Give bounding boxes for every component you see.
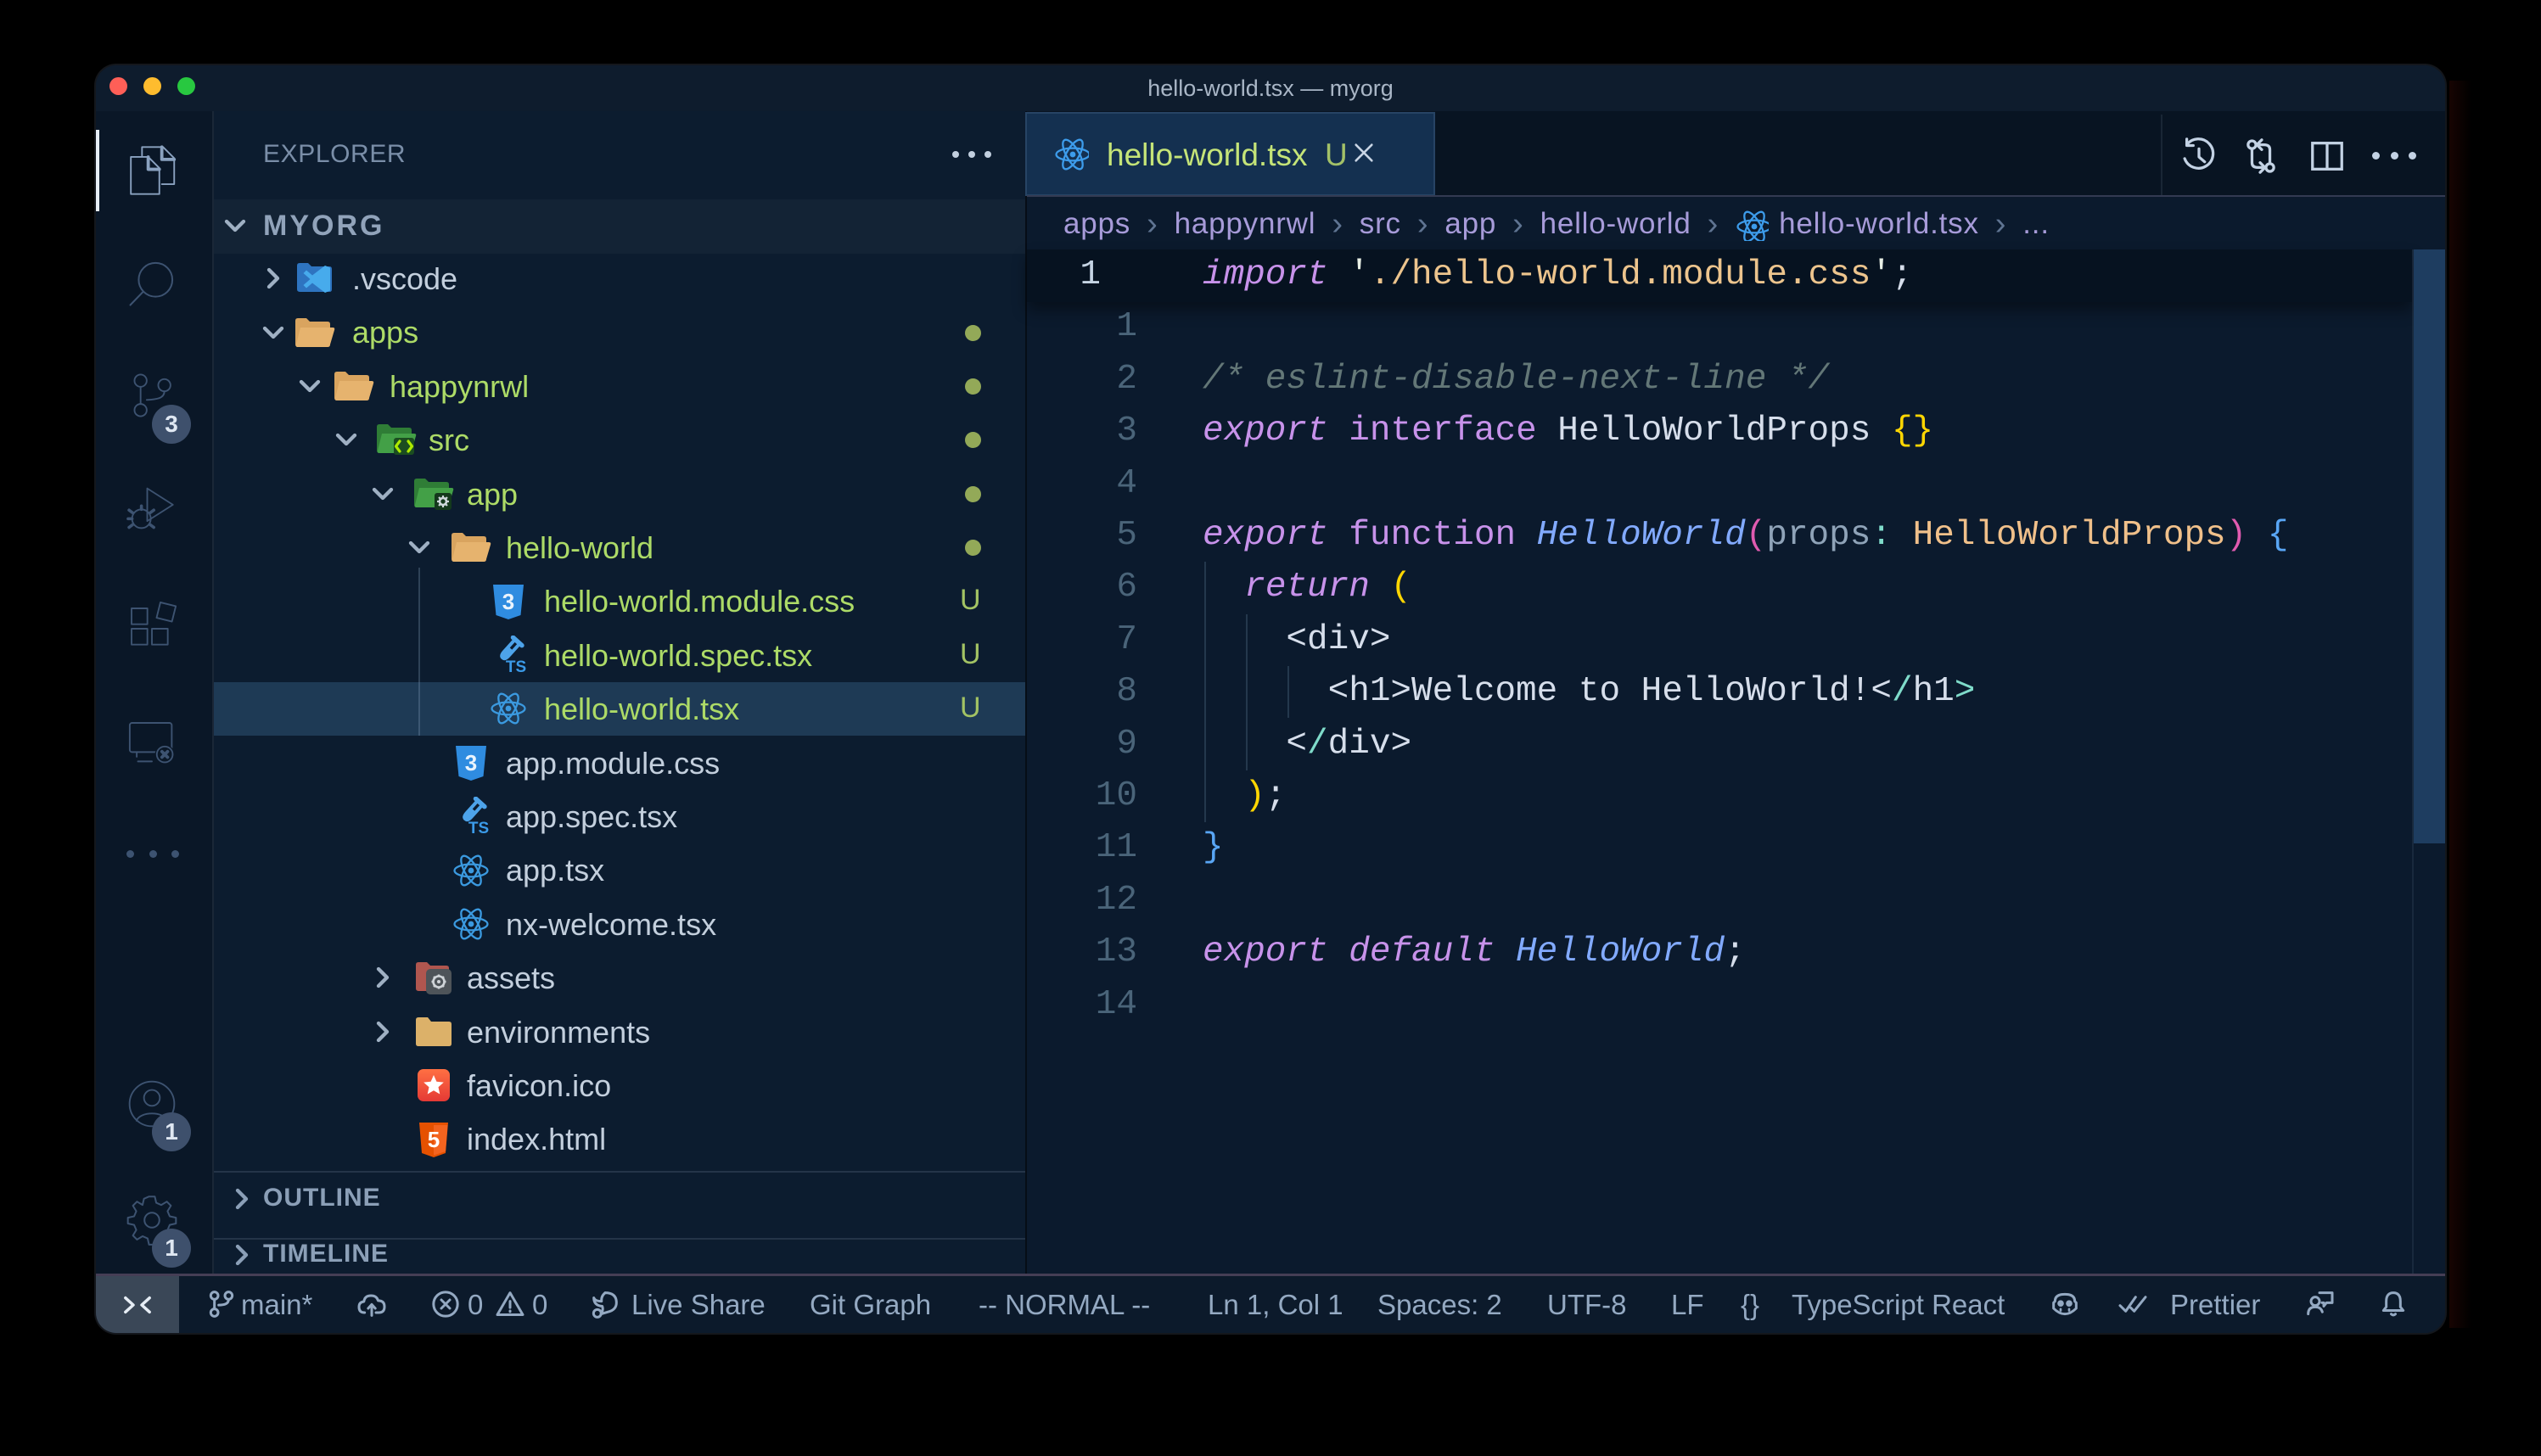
svg-text:5: 5 bbox=[428, 1127, 440, 1152]
svg-text:TS: TS bbox=[468, 820, 489, 836]
svg-text:TS: TS bbox=[506, 658, 526, 675]
svg-text:3: 3 bbox=[465, 750, 477, 776]
svg-text:3: 3 bbox=[502, 589, 514, 614]
